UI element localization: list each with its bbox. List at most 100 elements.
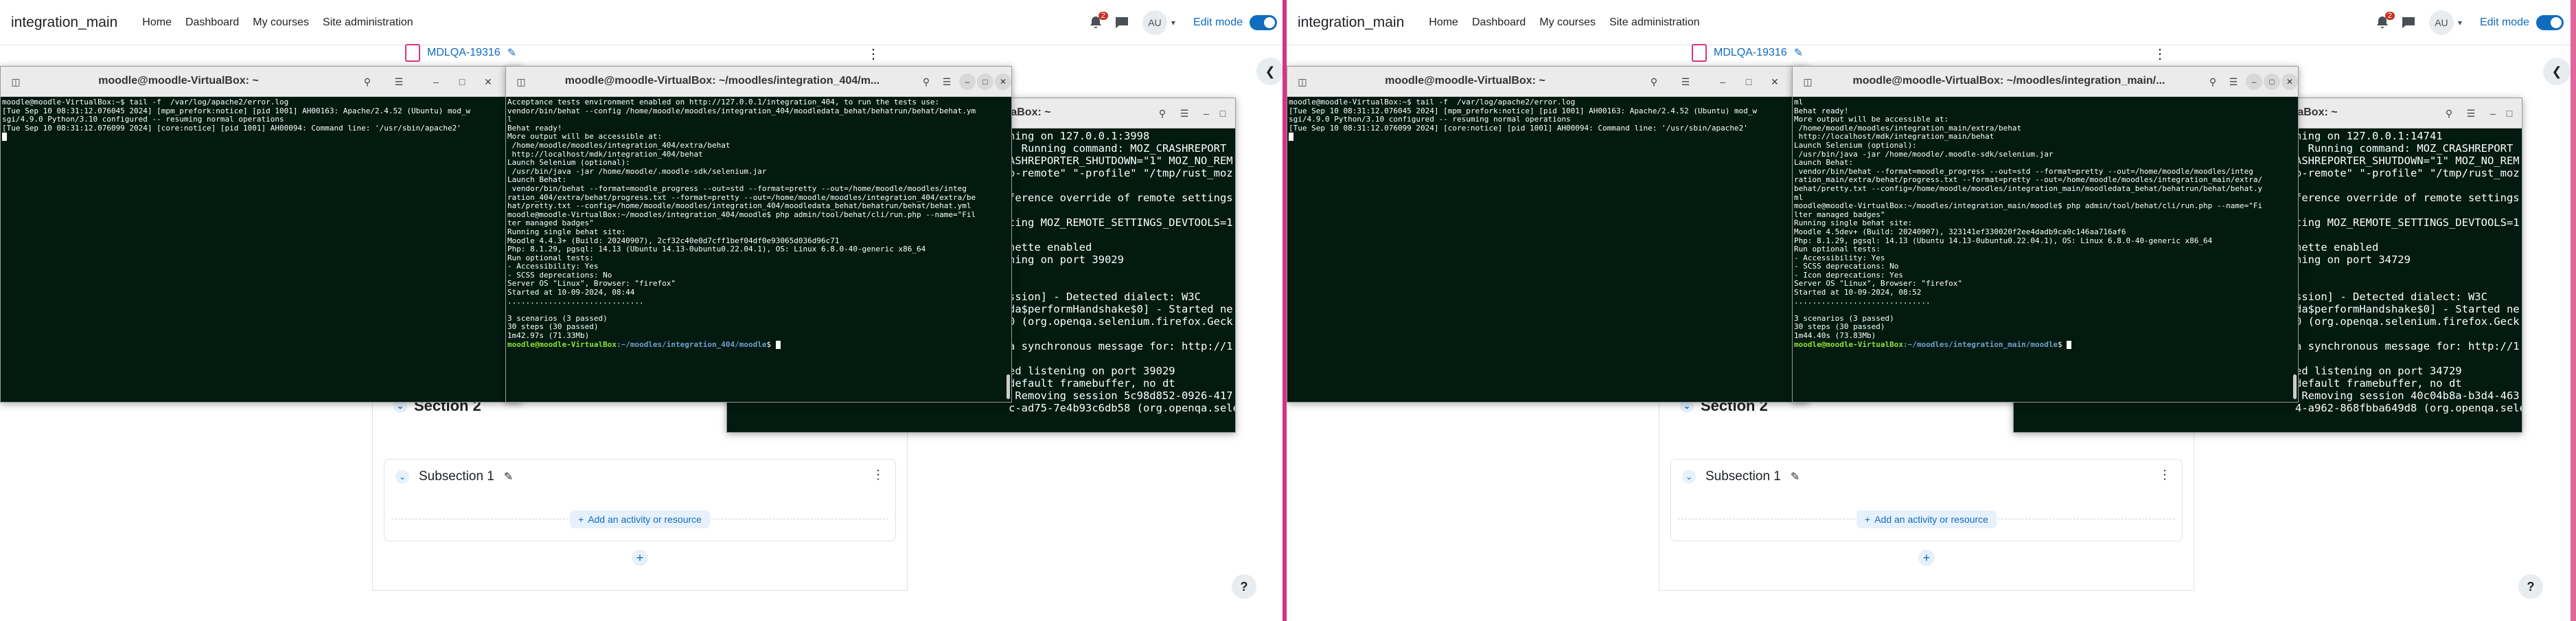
terminal-titlebar[interactable]: ◫ moodle@moodle-VirtualBox: ~ ⚲ ☰ – □ ✕ — [1287, 67, 1808, 97]
help-button[interactable]: ? — [2518, 574, 2543, 599]
close-icon[interactable]: ✕ — [479, 72, 498, 91]
subsection-chevron-icon[interactable]: ⌄ — [395, 470, 409, 484]
terminal-line: /usr/bin/java -jar /home/moodle/.moodle-… — [507, 166, 767, 176]
close-icon[interactable]: ✕ — [1765, 72, 1784, 91]
user-avatar[interactable]: AU — [1142, 10, 1167, 35]
terminal-front[interactable]: ◫ moodle@moodle-VirtualBox: ~/moodles/in… — [1792, 66, 2299, 403]
minimize-icon[interactable]: – — [1713, 72, 1732, 91]
hamburger-menu-icon[interactable]: ☰ — [389, 72, 409, 91]
hamburger-menu-icon[interactable]: ☰ — [1175, 104, 1194, 123]
close-icon[interactable]: ✕ — [2281, 74, 2298, 90]
activity-item[interactable]: MDLQA-19316 ✎ — [405, 44, 516, 62]
nav-my-courses[interactable]: My courses — [1539, 16, 1596, 29]
edit-pencil-icon[interactable]: ✎ — [507, 46, 516, 60]
new-tab-icon[interactable]: ◫ — [1798, 72, 1817, 91]
plus-icon: + — [578, 514, 584, 525]
subsection-title: Subsection 1 — [1705, 469, 1781, 484]
hamburger-menu-icon[interactable]: ☰ — [2224, 72, 2243, 91]
subsection-edit-pencil-icon[interactable]: ✎ — [504, 470, 513, 484]
nav-home[interactable]: Home — [142, 16, 172, 29]
hamburger-menu-icon[interactable]: ☰ — [1676, 72, 1695, 91]
subsection-chevron-icon[interactable]: ⌄ — [1682, 470, 1696, 484]
add-activity-button[interactable]: + Add an activity or resource — [1856, 510, 1997, 528]
user-menu-caret-icon[interactable]: ▾ — [2458, 18, 2462, 27]
nav-dashboard[interactable]: Dashboard — [1472, 16, 1526, 29]
notifications-bell-icon[interactable]: 2 — [1088, 12, 1108, 31]
moodle-navbar: integration_main Home Dashboard My cours… — [1287, 0, 2571, 45]
search-icon[interactable]: ⚲ — [2439, 104, 2459, 123]
activity-item[interactable]: MDLQA-19316 ✎ — [1692, 44, 1803, 62]
maximize-icon[interactable]: □ — [1739, 72, 1758, 91]
close-icon[interactable]: ✕ — [995, 74, 1011, 90]
maximize-icon[interactable]: □ — [452, 72, 472, 91]
terminal-small[interactable]: ◫ moodle@moodle-VirtualBox: ~ ⚲ ☰ – □ ✕ … — [1287, 66, 1808, 403]
terminal-output[interactable]: Acceptance tests environment enabled on … — [506, 97, 1011, 402]
nav-home[interactable]: Home — [1429, 16, 1458, 29]
maximize-icon[interactable]: □ — [2264, 74, 2280, 90]
minimize-icon[interactable]: – — [2246, 74, 2262, 90]
nav-my-courses[interactable]: My courses — [253, 16, 309, 29]
drawer-toggle-chevron-left-icon[interactable]: ❮ — [1256, 58, 1284, 85]
screen-edge — [2571, 0, 2576, 621]
terminal-line: ssion] - Detected dialect: W3C — [2295, 291, 2487, 303]
add-activity-button[interactable]: + Add an activity or resource — [570, 510, 710, 528]
user-avatar[interactable]: AU — [2428, 10, 2454, 35]
terminal-line: default framebuffer, no dt — [2295, 377, 2462, 389]
terminal-line: o-remote" "-profile" "/tmp/rust_moz — [2295, 167, 2520, 179]
terminal-titlebar[interactable]: ◫ moodle@moodle-VirtualBox: ~/moodles/in… — [506, 67, 1011, 97]
terminal-line: sgi/4.9.0 Python/3.10 configured -- resu… — [1289, 115, 1571, 124]
terminal-output[interactable]: moodle@moodle-VirtualBox:~$ tail -f /var… — [1287, 97, 1808, 402]
new-tab-icon[interactable]: ◫ — [511, 72, 531, 91]
search-icon[interactable]: ⚲ — [358, 72, 377, 91]
maximize-icon[interactable]: □ — [977, 74, 993, 90]
search-icon[interactable]: ⚲ — [917, 72, 936, 91]
terminal-line: [Tue Sep 10 08:31:12.076099 2024] [core:… — [2, 123, 461, 133]
minimize-icon[interactable]: – — [959, 74, 976, 90]
search-icon[interactable]: ⚲ — [1644, 72, 1664, 91]
search-icon[interactable]: ⚲ — [2203, 72, 2222, 91]
terminal-output[interactable]: moodle@moodle-VirtualBox:~$ tail -f /var… — [1, 97, 521, 402]
terminal-line: 0 (org.openqa.selenium.firefox.Geck — [1009, 315, 1233, 328]
terminal-titlebar[interactable]: ◫ moodle@moodle-VirtualBox: ~ ⚲ ☰ – □ ✕ — [1, 67, 521, 97]
hamburger-menu-icon[interactable]: ☰ — [2461, 104, 2481, 123]
terminal-scrollbar[interactable] — [1007, 374, 1010, 399]
edit-mode-toggle[interactable] — [2536, 15, 2564, 30]
terminal-line: nette enabled — [1009, 241, 1092, 253]
maximize-icon[interactable]: □ — [2500, 104, 2519, 123]
activity-item-label[interactable]: MDLQA-19316 — [1714, 47, 1787, 59]
terminal-front[interactable]: ◫ moodle@moodle-VirtualBox: ~/moodles/in… — [505, 66, 1012, 403]
terminal-line: default framebuffer, no dt — [1009, 377, 1175, 389]
activity-kebab-icon[interactable]: ⋮ — [2153, 45, 2167, 63]
minimize-icon[interactable]: – — [426, 72, 446, 91]
nav-dashboard[interactable]: Dashboard — [185, 16, 239, 29]
subsection-edit-pencil-icon[interactable]: ✎ — [1791, 470, 1799, 484]
terminal-small[interactable]: ◫ moodle@moodle-VirtualBox: ~ ⚲ ☰ – □ ✕ … — [0, 66, 522, 403]
drawer-toggle-chevron-left-icon[interactable]: ❮ — [2543, 58, 2571, 85]
add-section-plus-icon[interactable]: + — [1918, 550, 1935, 566]
subsection-kebab-icon[interactable]: ⋮ — [872, 468, 884, 482]
terminal-scrollbar[interactable] — [2293, 374, 2297, 399]
maximize-icon[interactable]: □ — [1213, 104, 1232, 123]
activity-item-label[interactable]: MDLQA-19316 — [427, 47, 501, 59]
hamburger-menu-icon[interactable]: ☰ — [937, 72, 956, 91]
terminal-output[interactable]: ml Behat ready! More output will be access… — [1793, 97, 2298, 402]
notifications-bell-icon[interactable]: 2 — [2374, 12, 2395, 31]
prompt-user: moodle@moodle-VirtualBox — [1794, 339, 1903, 349]
nav-site-administration[interactable]: Site administration — [1609, 16, 1700, 29]
activity-kebab-icon[interactable]: ⋮ — [866, 45, 880, 63]
terminal-titlebar[interactable]: ◫ moodle@moodle-VirtualBox: ~/moodles/in… — [1793, 67, 2298, 97]
user-menu-caret-icon[interactable]: ▾ — [1171, 18, 1175, 27]
site-brand[interactable]: integration_main — [1298, 14, 1404, 31]
messages-icon[interactable] — [2400, 14, 2417, 31]
edit-pencil-icon[interactable]: ✎ — [1794, 46, 1803, 60]
nav-site-administration[interactable]: Site administration — [323, 16, 413, 29]
site-brand[interactable]: integration_main — [11, 14, 117, 31]
help-button[interactable]: ? — [1232, 574, 1256, 599]
search-icon[interactable]: ⚲ — [1153, 104, 1172, 123]
messages-icon[interactable] — [1114, 14, 1130, 31]
edit-mode-toggle[interactable] — [1250, 15, 1277, 30]
subsection-kebab-icon[interactable]: ⋮ — [2159, 468, 2171, 482]
terminal-line: vendor/bin/behat --config /home/moodle/m… — [507, 106, 976, 115]
add-section-plus-icon[interactable]: + — [632, 550, 648, 566]
